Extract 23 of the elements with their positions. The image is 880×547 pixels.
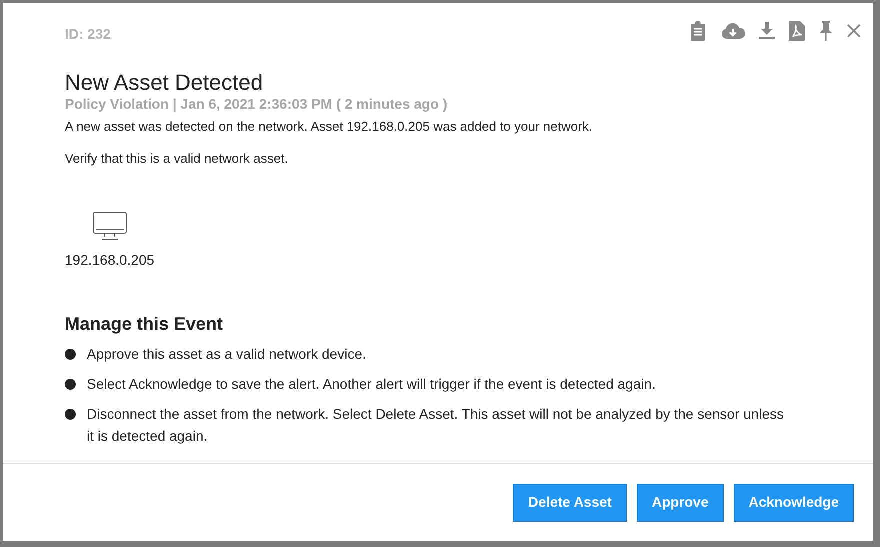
action-button[interactable]: Acknowledge bbox=[734, 484, 854, 522]
pdf-file-icon[interactable] bbox=[789, 21, 805, 41]
id-label: ID: 232 bbox=[65, 26, 111, 42]
bullet-icon bbox=[65, 349, 76, 360]
monitor-icon bbox=[92, 212, 127, 240]
bullet-icon bbox=[65, 409, 76, 420]
asset-address: 192.168.0.205 bbox=[65, 251, 155, 270]
bullet-icon bbox=[65, 379, 76, 390]
body-text: A new asset was detected on the network. Asset 192.168.0.205 was added to your network. bbox=[65, 119, 594, 135]
list-item-text: Select Acknowledge to save the alert. Another alert will trigger if the event is detected again. bbox=[87, 375, 656, 394]
list-item-text: Approve this asset as a valid network device. bbox=[87, 345, 366, 364]
event-meta: Policy Violation | Jan 6, 2021 2:36:03 PM ( 2 minutes ago ) bbox=[65, 96, 449, 112]
list-item-text: Disconnect the asset from the network. Select Delete Asset. This asset will not be analyzed by the sensor unless it is detected again. bbox=[87, 405, 785, 446]
action-button[interactable]: Approve bbox=[636, 484, 724, 522]
dialog-title: New Asset Detected bbox=[65, 70, 264, 96]
cloud-download-icon[interactable] bbox=[721, 22, 745, 40]
download-icon[interactable] bbox=[759, 22, 775, 40]
pin-icon[interactable] bbox=[819, 21, 833, 41]
action-button[interactable]: Delete Asset bbox=[513, 484, 627, 522]
section-heading: Manage this Event bbox=[65, 313, 224, 335]
clipboard-icon[interactable] bbox=[689, 21, 707, 41]
close-icon[interactable] bbox=[847, 24, 861, 38]
body-text: Verify that this is a valid network asset. bbox=[65, 151, 290, 167]
